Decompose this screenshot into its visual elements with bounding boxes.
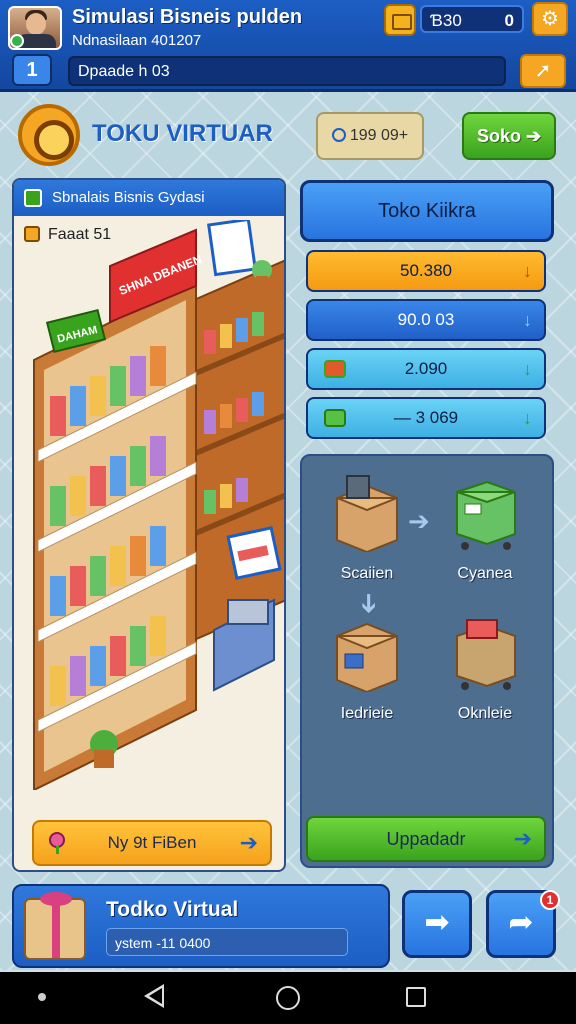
flow-arrow-down-icon: ➔ — [354, 592, 385, 615]
notification-badge: 1 — [540, 890, 560, 910]
plant-pot-icon — [324, 360, 346, 378]
home-icon[interactable] — [276, 986, 300, 1010]
stat-value-1: 50.380 — [400, 261, 452, 280]
left-action-button[interactable]: Ny 9t FiBen ➔ — [32, 820, 272, 866]
flow-arrow-icon: ➔ — [408, 506, 430, 536]
cardboard-box-icon — [336, 475, 398, 554]
coin-value: 0 — [504, 11, 514, 30]
settings-button[interactable]: ⚙ — [532, 2, 568, 36]
coin-counter: Ɓ30 0 — [420, 5, 524, 33]
flow-item-1[interactable]: Scaiien — [312, 474, 422, 583]
online-dot-icon — [10, 34, 24, 48]
stat-value-4: — 3 069 — [393, 408, 459, 427]
store-shelves-illustration: SHNA DBANEN DAHAM — [33, 220, 284, 790]
store-action-label: Soko — [476, 126, 521, 146]
forward-button[interactable]: ➚ — [520, 54, 566, 88]
store-view-header-label: Sbnalais Bisnis Gydasi — [52, 189, 205, 206]
store-action-button[interactable]: Soko ➔ — [462, 112, 556, 160]
pill-value: 199 09+ — [349, 127, 409, 144]
flow-item-3[interactable]: Iedrieie — [312, 614, 422, 723]
clock-icon — [331, 128, 346, 142]
green-cart-icon — [456, 480, 516, 550]
arrow-down-icon: ↓ — [523, 359, 532, 379]
stat-value-3: 2.090 — [404, 359, 448, 378]
forward-arrow-icon: ➚ — [534, 60, 552, 82]
flow-label-1: Scaiien — [340, 565, 394, 582]
flow-item-4[interactable]: Oknleie — [430, 614, 540, 723]
reply-icon: ➦ — [508, 906, 534, 939]
store-wheel-icon — [18, 104, 80, 166]
package-icon — [336, 622, 398, 694]
flow-label-4: Oknleie — [457, 705, 513, 722]
update-label: Uppadadr — [386, 829, 466, 849]
arrow-down-icon: ↓ — [523, 310, 532, 330]
gift-icon — [24, 892, 86, 960]
system-nav-bar — [0, 972, 576, 1024]
crate-icon — [456, 619, 516, 690]
system-field[interactable]: ystem -11 0400 — [106, 928, 348, 956]
arrow-down-icon: ↓ — [523, 408, 532, 428]
share-button[interactable]: ➡ — [402, 890, 472, 958]
lollipop-icon — [49, 832, 65, 854]
arrow-right-icon: ➔ — [239, 830, 258, 855]
left-action-label: Ny 9t FiBen — [107, 833, 197, 852]
store-view-panel: Sbnalais Bisnis Gydasi Faaat 51 SHNA DBA… — [12, 178, 286, 872]
flow-label-2: Cyanea — [457, 565, 513, 582]
game-title: Simulasi Bisneis pulden — [72, 6, 303, 28]
coin-box-icon — [384, 4, 416, 36]
bottom-title: Todko Virtual — [106, 898, 239, 921]
stat-row-1[interactable]: 50.380 ↓ — [306, 250, 546, 292]
stat-row-3[interactable]: 2.090 ↓ — [306, 348, 546, 390]
money-stack-icon — [324, 409, 346, 427]
game-subtitle: Ndnasilaan 401207 — [72, 32, 202, 49]
arrow-right-icon: ➔ — [513, 826, 532, 851]
time-pill[interactable]: 199 09+ — [316, 112, 424, 160]
shop-panel: Toko Kiikra 50.380 ↓ 90.0 03 ↓ 2.090 ↓ —… — [298, 178, 556, 872]
store-view-header: Sbnalais Bisnis Gydasi — [14, 180, 284, 216]
update-button[interactable]: Uppadadr ➔ — [306, 816, 546, 862]
bag-icon — [24, 189, 42, 207]
arrow-down-icon: ↓ — [523, 261, 532, 281]
level-badge: 1 — [12, 54, 52, 86]
flow-item-2[interactable]: Cyanea — [430, 474, 540, 583]
nav-dot-icon[interactable] — [38, 993, 46, 1001]
top-bar: Simulasi Bisneis pulden Ndnasilaan 40120… — [0, 0, 576, 92]
share-icon: ➡ — [424, 906, 450, 939]
bottom-info-card[interactable]: Todko Virtual ystem -11 0400 — [12, 884, 390, 968]
stat-row-4[interactable]: — 3 069 ↓ — [306, 397, 546, 439]
recent-apps-icon[interactable] — [406, 987, 426, 1007]
back-icon[interactable] — [144, 984, 164, 1008]
shop-title: Toko Kiikra — [300, 180, 554, 242]
flow-label-3: Iedrieie — [340, 705, 394, 722]
coin-label: Ɓ30 — [430, 11, 462, 30]
settings-icon: ⚙ — [541, 8, 559, 30]
stat-row-2[interactable]: 90.0 03 ↓ — [306, 299, 546, 341]
store-title: TOKU VIRTUAR — [92, 120, 273, 147]
stat-value-2: 90.0 03 — [397, 310, 455, 329]
supply-flow-panel: Scaiien ➔ Cyanea ➔ Iedrieie Oknleie — [300, 454, 554, 868]
progress-bar: Dpaade h 03 — [68, 56, 506, 86]
